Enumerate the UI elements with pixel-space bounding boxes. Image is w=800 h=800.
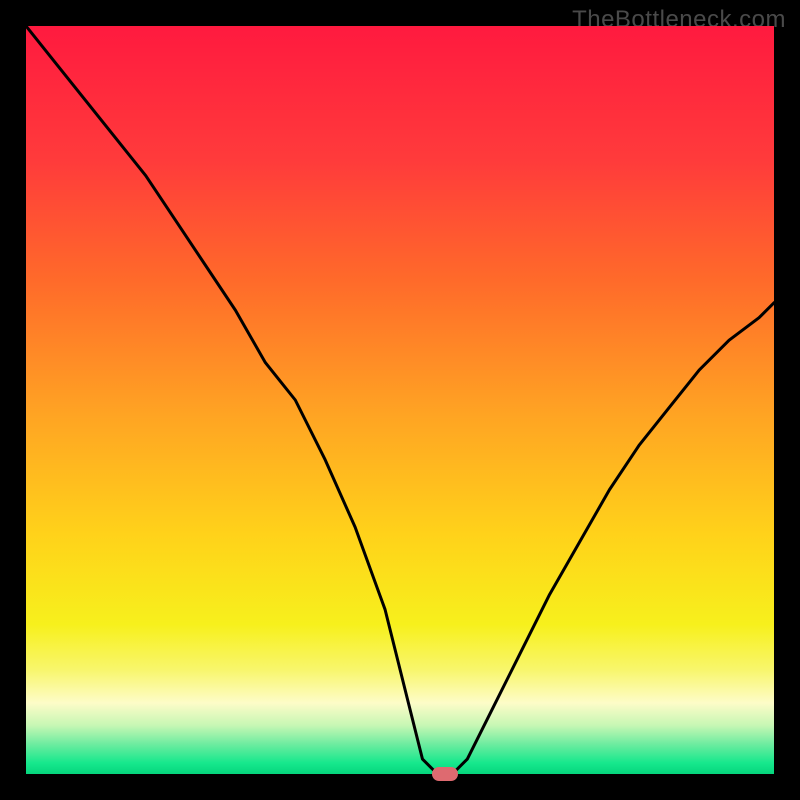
bottleneck-curve xyxy=(26,26,774,774)
curve-layer xyxy=(26,26,774,774)
optimal-point-marker xyxy=(432,767,458,781)
chart-stage: TheBottleneck.com xyxy=(0,0,800,800)
plot-area xyxy=(26,26,774,774)
